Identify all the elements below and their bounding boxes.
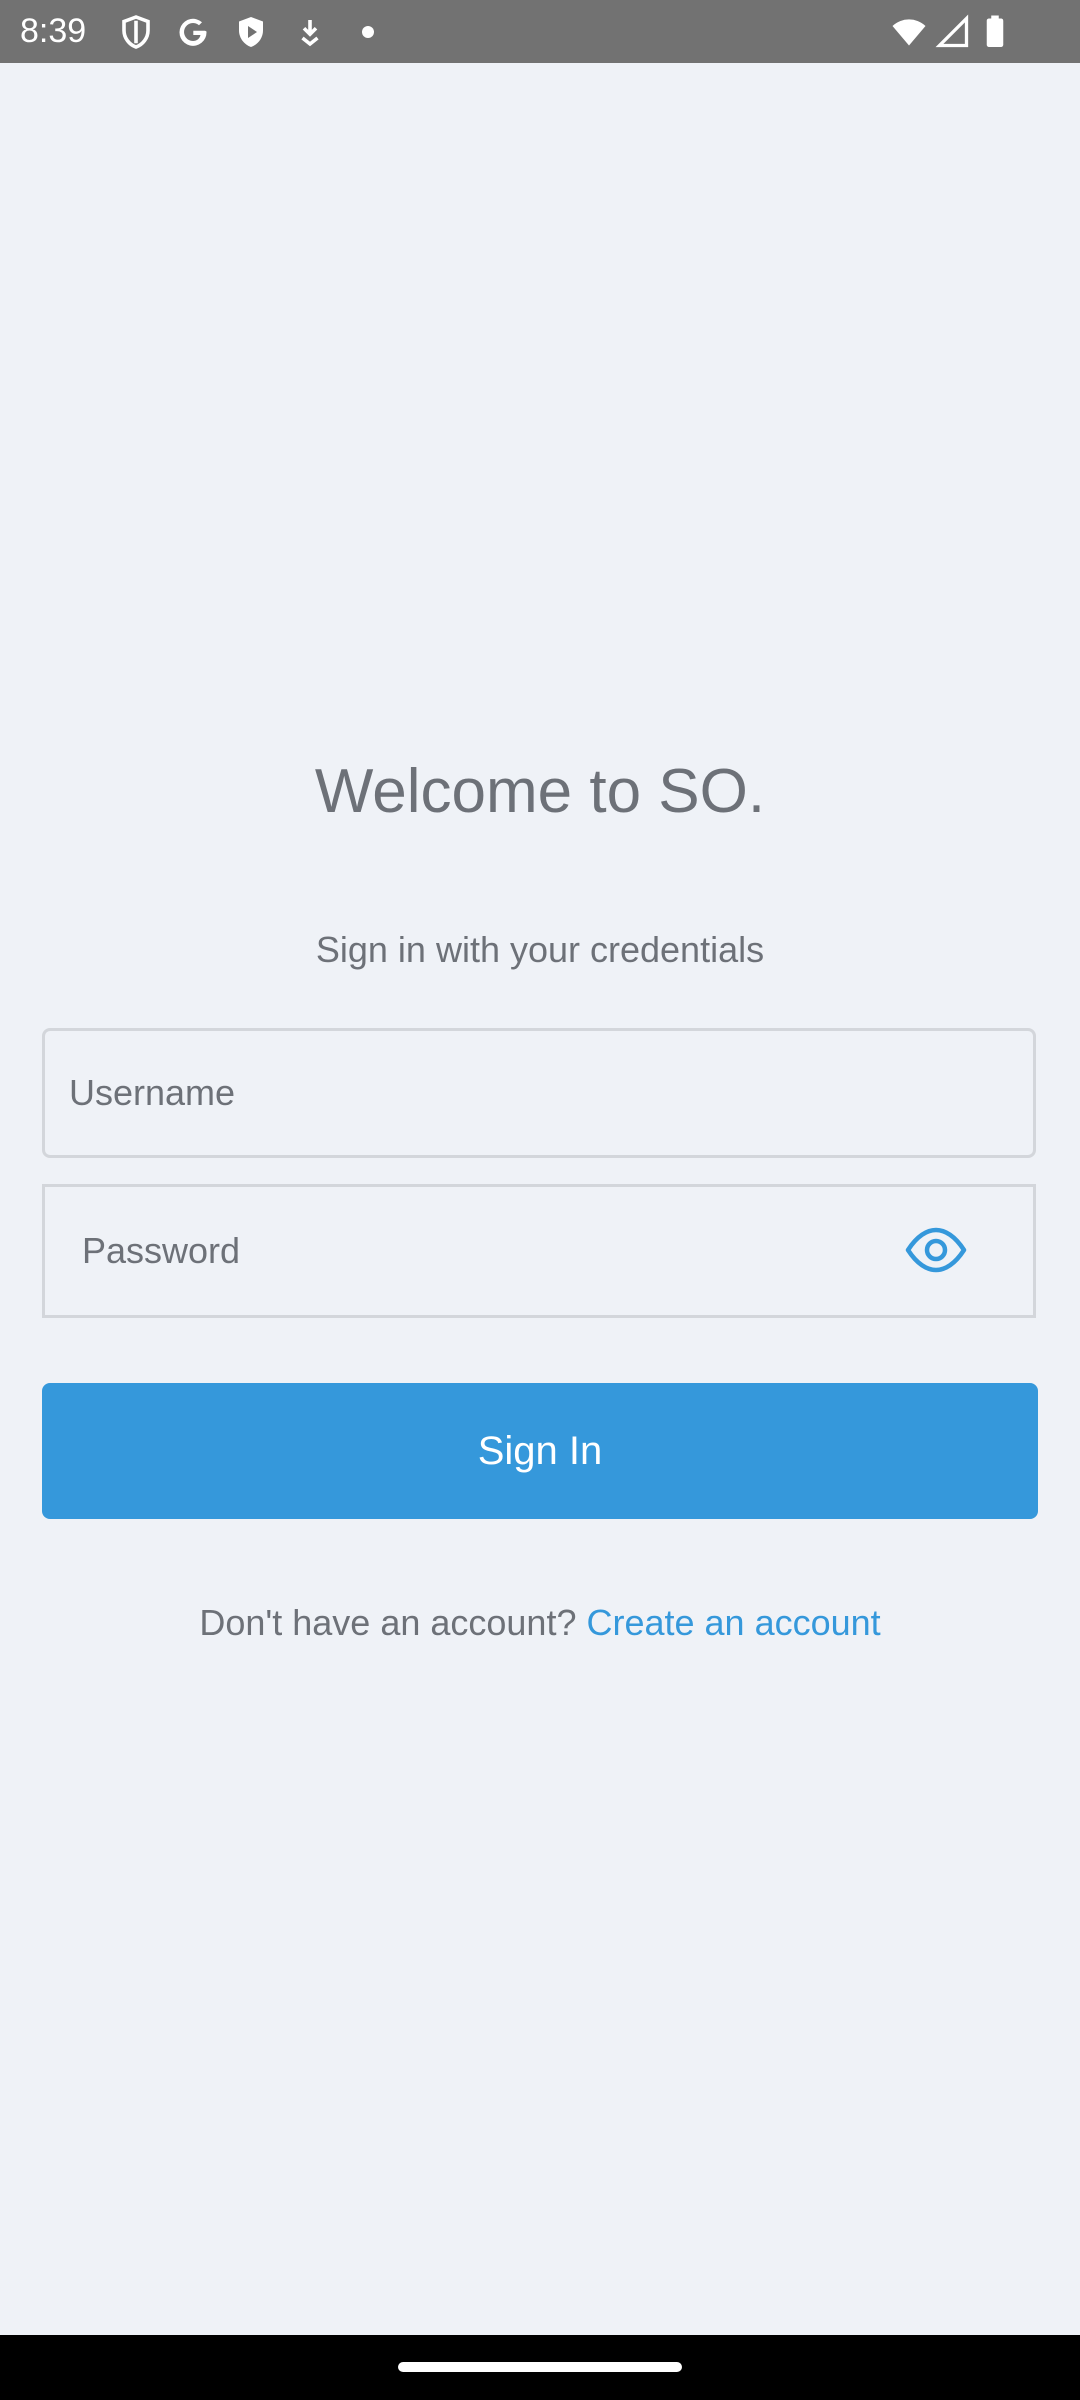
home-gesture-handle[interactable]: [398, 2362, 682, 2372]
username-input[interactable]: [45, 1031, 1033, 1155]
password-input[interactable]: [45, 1187, 1033, 1315]
username-field[interactable]: [42, 1028, 1036, 1158]
battery-icon: [982, 14, 1008, 50]
dot-icon: [350, 14, 386, 50]
download-arrow-icon: [292, 14, 328, 50]
status-time: 8:39: [20, 12, 87, 50]
no-account-text: Don't have an account?: [199, 1602, 577, 1643]
page-title: Welcome to SO.: [314, 757, 766, 826]
password-field[interactable]: [42, 1184, 1036, 1318]
cell-signal-icon: [935, 14, 971, 50]
google-g-icon: [175, 14, 211, 50]
shield-outline-icon: [118, 14, 154, 50]
eye-icon[interactable]: [905, 1225, 967, 1275]
sign-in-button[interactable]: Sign In: [42, 1383, 1038, 1519]
shield-play-icon: [233, 14, 269, 50]
create-account-link[interactable]: Create an account: [586, 1602, 880, 1643]
navigation-bar: [0, 2335, 1080, 2400]
wifi-icon: [889, 14, 929, 50]
sign-in-subtitle: Sign in with your credentials: [315, 929, 765, 970]
status-bar: 8:39: [0, 0, 1080, 63]
signup-prompt: Don't have an account? Create an account: [0, 1598, 1080, 1648]
